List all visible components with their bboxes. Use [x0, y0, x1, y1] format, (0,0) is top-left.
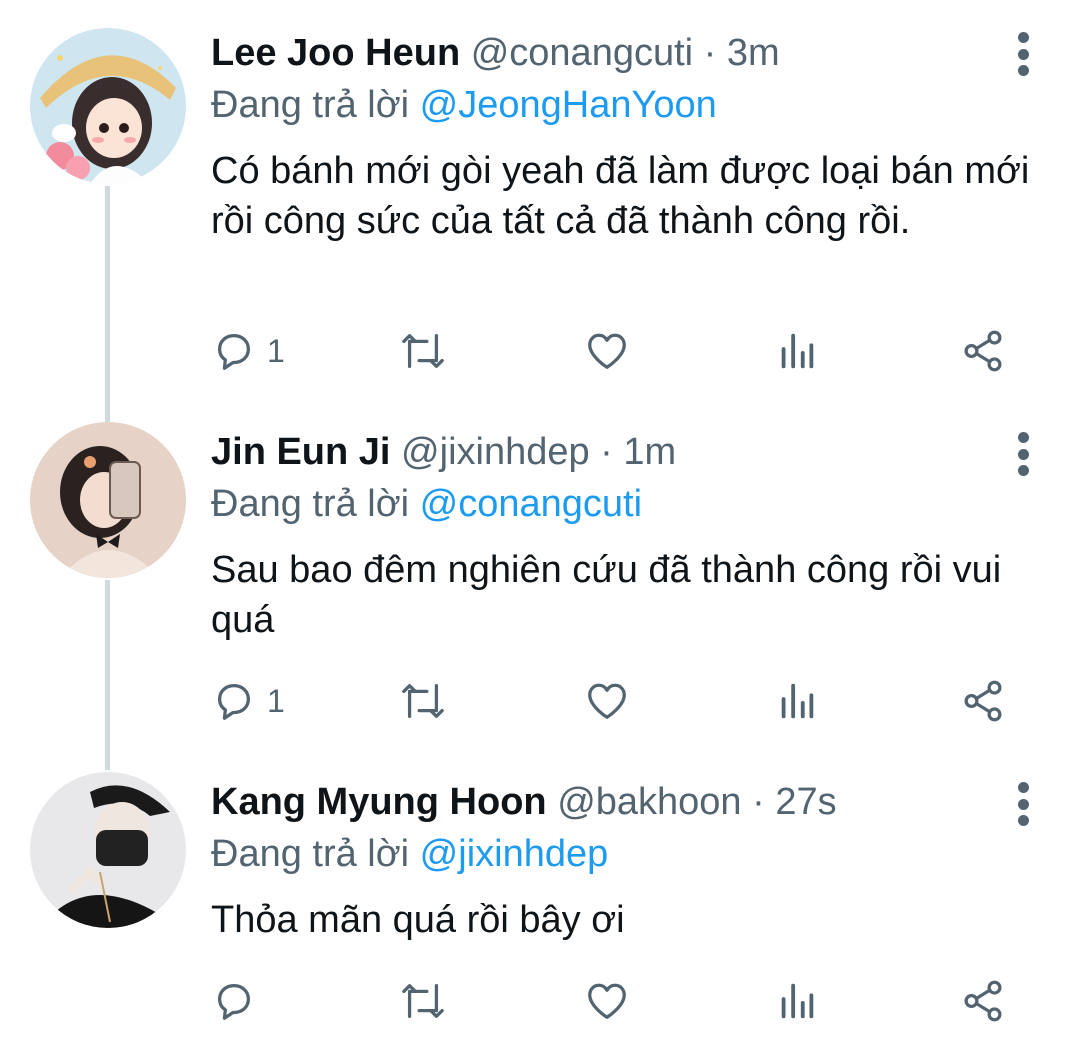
- heart-icon: [588, 683, 626, 719]
- reply-count: 1: [267, 682, 285, 719]
- separator: ·: [589, 431, 624, 473]
- replying-label: Đang trả lời: [211, 483, 410, 525]
- display-name[interactable]: Lee Joo Heun: [211, 32, 460, 74]
- separator: ·: [741, 781, 776, 823]
- share-icon: [964, 680, 1002, 722]
- like-button[interactable]: [583, 976, 631, 1026]
- reply-icon: [217, 334, 251, 370]
- mention-link[interactable]: @jixinhdep: [420, 833, 609, 875]
- action-bar: 1: [211, 326, 1050, 376]
- heart-icon: [588, 333, 626, 369]
- avatar[interactable]: [30, 772, 186, 928]
- retweet-icon: [402, 334, 444, 368]
- share-button[interactable]: [959, 976, 1007, 1026]
- thread-line: [105, 186, 110, 422]
- timestamp[interactable]: 27s: [775, 781, 836, 823]
- reply-button[interactable]: 1: [211, 676, 285, 726]
- timestamp[interactable]: 3m: [727, 32, 780, 74]
- reply-icon: [217, 984, 251, 1020]
- timestamp[interactable]: 1m: [623, 431, 676, 473]
- share-icon: [964, 980, 1002, 1022]
- retweet-icon: [402, 984, 444, 1018]
- views-button[interactable]: [777, 676, 817, 726]
- analytics-icon: [781, 333, 814, 369]
- retweet-icon: [402, 684, 444, 718]
- retweet-button[interactable]: [397, 976, 449, 1026]
- replying-to: Đang trả lời @jixinhdep: [211, 829, 1040, 879]
- tweet-header: Lee Joo Heun @conangcuti · 3m: [211, 28, 1040, 78]
- action-bar: [211, 976, 1050, 1026]
- tweet-text: Thỏa mãn quá rồi bây ơi: [211, 899, 625, 941]
- reply-icon: [217, 684, 251, 720]
- avatar[interactable]: [30, 28, 186, 184]
- action-bar: 1: [211, 676, 1050, 726]
- display-name[interactable]: Kang Myung Hoon: [211, 781, 547, 823]
- handle[interactable]: @conangcuti: [471, 32, 693, 74]
- reply-count: 1: [267, 332, 285, 369]
- views-button[interactable]: [777, 976, 817, 1026]
- replying-label: Đang trả lời: [211, 84, 410, 126]
- analytics-icon: [781, 983, 814, 1019]
- views-button[interactable]: [777, 326, 817, 376]
- share-button[interactable]: [959, 676, 1007, 726]
- tweet-text: Có bánh mới gòi yeah đã làm được loại bá…: [211, 150, 1030, 242]
- share-button[interactable]: [959, 326, 1007, 376]
- display-name[interactable]: Jin Eun Ji: [211, 431, 390, 473]
- tweet-header: Kang Myung Hoon @bakhoon · 27s: [211, 777, 1040, 827]
- tweet-header: Jin Eun Ji @jixinhdep · 1m: [211, 427, 1040, 477]
- mention-link[interactable]: @JeongHanYoon: [420, 84, 717, 126]
- retweet-button[interactable]: [397, 676, 449, 726]
- share-icon: [964, 330, 1002, 372]
- avatar[interactable]: [30, 422, 186, 578]
- replying-to: Đang trả lời @conangcuti: [211, 479, 1040, 529]
- separator: ·: [693, 32, 727, 74]
- tweet-text: Sau bao đêm nghiên cứu đã thành công rồi…: [211, 549, 1002, 641]
- handle[interactable]: @jixinhdep: [401, 431, 590, 473]
- mention-link[interactable]: @conangcuti: [420, 483, 642, 525]
- heart-icon: [588, 983, 626, 1019]
- like-button[interactable]: [583, 676, 631, 726]
- reply-button[interactable]: [211, 976, 267, 1026]
- handle[interactable]: @bakhoon: [557, 781, 741, 823]
- analytics-icon: [781, 683, 814, 719]
- replying-label: Đang trả lời: [211, 833, 410, 875]
- like-button[interactable]: [583, 326, 631, 376]
- thread-line: [105, 580, 110, 770]
- retweet-button[interactable]: [397, 326, 449, 376]
- reply-button[interactable]: 1: [211, 326, 285, 376]
- replying-to: Đang trả lời @JeongHanYoon: [211, 80, 1040, 130]
